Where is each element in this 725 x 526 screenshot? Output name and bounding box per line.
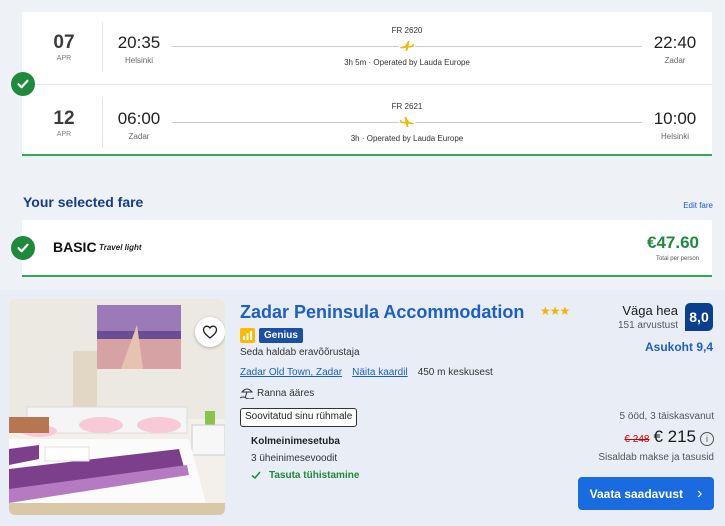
review-count: 151 arvustust [617,320,678,331]
save-favorite-button[interactable] [195,317,225,347]
arrival: 10:00 Helsinki [648,109,702,141]
flight-duration: 3h 5m · Operated by Lauda Europe [344,58,470,67]
flight-day: 12 [53,108,75,129]
flight-row-outbound: 07 APR 20:35 Helsinki FR 2620 3h 5m · Op… [22,12,712,80]
genius-icon [240,327,255,343]
show-on-map-link[interactable]: Näita kaardil [352,367,408,378]
flight-date: 12 APR [44,108,84,138]
see-availability-label: Vaata saadavust [589,486,684,501]
star-rating: ★★★ [540,304,570,318]
hotel-name-link[interactable]: Zadar Peninsula Accommodation [240,302,524,323]
edit-fare-link[interactable]: Edit fare [683,201,713,210]
arrival-time: 10:00 [653,109,697,128]
fare-section-title: Your selected fare [23,194,144,210]
flight-route: FR 2621 3h · Operated by Lauda Europe [172,102,642,143]
original-price: € 248 [624,434,650,445]
fare-price: €47.60 [647,233,699,252]
see-availability-button[interactable]: Vaata saadavust › [578,477,714,510]
plane-icon [399,38,415,54]
departure-time: 20:35 [117,33,161,52]
divider [102,98,103,148]
review-score-badge: 8,0 [685,303,713,331]
beach-row: Ranna ääres [240,387,314,399]
free-cancellation-label: Tasuta tühistamine [269,470,360,481]
room-name: Kolmeinimesetuba [251,436,340,447]
checkmark-icon [251,471,261,480]
price-row: € 248 € 215 i [624,427,714,447]
flight-date: 07 APR [44,32,84,62]
free-cancellation: Tasuta tühistamine [251,470,359,481]
fare-price-note: Total per person [655,256,699,262]
flight-number: FR 2621 [391,102,423,111]
discounted-price: € 215 [653,427,696,446]
departure-time: 06:00 [117,109,161,128]
flight-month: APR [56,131,72,138]
flight-itinerary-card: 07 APR 20:35 Helsinki FR 2620 3h 5m · Op… [22,12,712,156]
location-link[interactable]: Zadar Old Town, Zadar [240,367,342,378]
arrival: 22:40 Zadar [648,33,702,65]
genius-badge: Genius [259,327,303,343]
beach-label: Ranna ääres [257,387,315,399]
arrival-city: Zadar [664,56,686,65]
row-separator [22,84,712,85]
location-row: Zadar Old Town, Zadar Näita kaardil 450 … [240,367,493,378]
genius-row: Genius [240,327,303,343]
check-icon [11,72,35,96]
flight-duration: 3h · Operated by Lauda Europe [350,134,464,143]
fare-name: BASIC [53,239,97,255]
departure-city: Helsinki [124,56,153,65]
recommended-badge: Soovitatud sinu rühmale [240,408,358,427]
flight-route: FR 2620 3h 5m · Operated by Lauda Europe [172,26,642,67]
beach-icon [240,388,254,399]
rating-word: Väga hea [622,303,678,318]
stay-summary: 5 ööd, 3 täiskasvanut [619,411,714,422]
hotel-photo[interactable] [9,299,225,515]
selected-fare-card: BASIC Travel light €47.60 Total per pers… [22,220,712,277]
departure: 06:00 Zadar [114,109,164,141]
location-score: Asukoht 9,4 [644,340,713,354]
departure: 20:35 Helsinki [114,33,164,65]
flight-row-return: 12 APR 06:00 Zadar FR 2621 3h · Operated… [22,88,712,156]
hotel-result-card[interactable]: Zadar Peninsula Accommodation ★★★ Genius… [0,290,725,526]
divider [102,22,103,72]
plane-icon [399,114,415,130]
fare-subtitle: Travel light [99,243,142,252]
arrival-time: 22:40 [653,33,697,52]
bed-configuration: 3 üheinimesevoodit [251,453,338,464]
distance-from-center: 450 m keskusest [417,367,493,378]
taxes-note: Sisaldab makse ja tasusid [598,452,714,463]
arrival-city: Helsinki [660,132,689,141]
flight-number: FR 2620 [391,26,423,35]
check-icon [11,236,35,260]
departure-city: Zadar [128,132,150,141]
heart-icon [202,325,218,339]
info-icon[interactable]: i [700,432,714,446]
host-type: Seda haldab eravõõrustaja [240,347,360,358]
flight-month: APR [56,55,72,62]
chevron-right-icon: › [697,484,703,502]
flight-day: 07 [53,32,75,53]
